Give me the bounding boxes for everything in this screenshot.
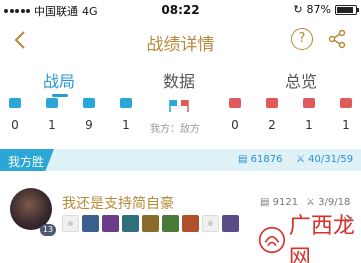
versus-label: 我方：敌方 <box>150 124 200 135</box>
team-gold: ▤ 61876 <box>238 154 282 165</box>
enemy-stat-value: 1 <box>342 118 350 132</box>
enemy-stat-value: 0 <box>231 118 239 132</box>
status-bar: 中国联通 4G 08:22 ↻ 87% <box>0 0 361 20</box>
ally-herald-icon <box>120 98 132 108</box>
player-gold: ▤ 9121 <box>260 197 298 208</box>
battery-percent: 87% <box>306 3 331 16</box>
status-right: ↻ 87% <box>293 3 359 16</box>
item-icon[interactable] <box>162 215 179 232</box>
ally-stat-value: 0 <box>11 118 19 132</box>
item-icon[interactable] <box>222 215 239 232</box>
team-gold-value: 61876 <box>250 154 283 165</box>
title-bar: 战绩详情 ? <box>0 20 361 62</box>
watermark: 广西龙网 <box>258 208 361 263</box>
empty-item-slot[interactable] <box>62 215 79 232</box>
enemy-herald-icon <box>340 98 352 108</box>
player-kda: ⚔ 3/9/18 <box>306 197 350 208</box>
watermark-logo <box>258 226 286 254</box>
team-kda: ⚔ 40/31/59 <box>296 154 353 165</box>
help-button[interactable]: ? <box>291 28 313 50</box>
item-icon[interactable] <box>102 215 119 232</box>
enemy-dragon-icon <box>266 98 278 108</box>
battery-icon <box>335 4 359 15</box>
item-icon[interactable] <box>142 215 159 232</box>
swords-icon: ⚔ <box>306 197 315 208</box>
enemy-stat-value: 2 <box>268 118 276 132</box>
enemy-baron-icon <box>303 98 315 108</box>
player-gold-value: 9121 <box>272 197 299 208</box>
objective-stats: 0 1 9 1 我方：敌方 0 2 1 1 <box>0 96 361 140</box>
ally-baron-icon <box>83 98 95 108</box>
ally-stat-value: 1 <box>122 118 130 132</box>
tab-data[interactable]: 数据 <box>163 68 195 92</box>
ally-stat-value: 9 <box>85 118 93 132</box>
gold-icon: ▤ <box>260 197 270 208</box>
team-kda-value: 40/31/59 <box>308 154 354 165</box>
enemy-stat-value: 1 <box>305 118 313 132</box>
item-icon[interactable] <box>182 215 199 232</box>
enemy-tower-icon <box>229 98 241 108</box>
battery-fill <box>337 6 353 13</box>
ally-tower-icon <box>9 98 21 108</box>
versus-flag-icon <box>169 100 189 112</box>
item-icon[interactable] <box>82 215 99 232</box>
empty-item-slot[interactable] <box>202 215 219 232</box>
player-kda-value: 3/9/18 <box>318 197 351 208</box>
watermark-text: 广西龙网 <box>288 214 355 263</box>
player-name: 我还是支持简自豪 <box>62 196 174 212</box>
rotation-lock-icon: ↻ <box>293 3 303 16</box>
team-result-label: 我方胜 <box>8 155 45 169</box>
champion-level: 13 <box>40 224 56 236</box>
tab-bar: 战局 数据 总览 <box>0 64 361 98</box>
item-icon[interactable] <box>122 215 139 232</box>
team-banner: 我方胜 ▤ 61876 ⚔ 40/31/59 <box>0 149 361 171</box>
ally-dragon-icon <box>46 98 58 108</box>
share-icon[interactable] <box>327 29 347 49</box>
tab-overview[interactable]: 总览 <box>285 68 317 92</box>
swords-icon: ⚔ <box>296 154 305 165</box>
ally-stat-value: 1 <box>48 118 56 132</box>
gold-icon: ▤ <box>238 154 248 165</box>
tab-battle[interactable]: 战局 <box>43 68 75 92</box>
